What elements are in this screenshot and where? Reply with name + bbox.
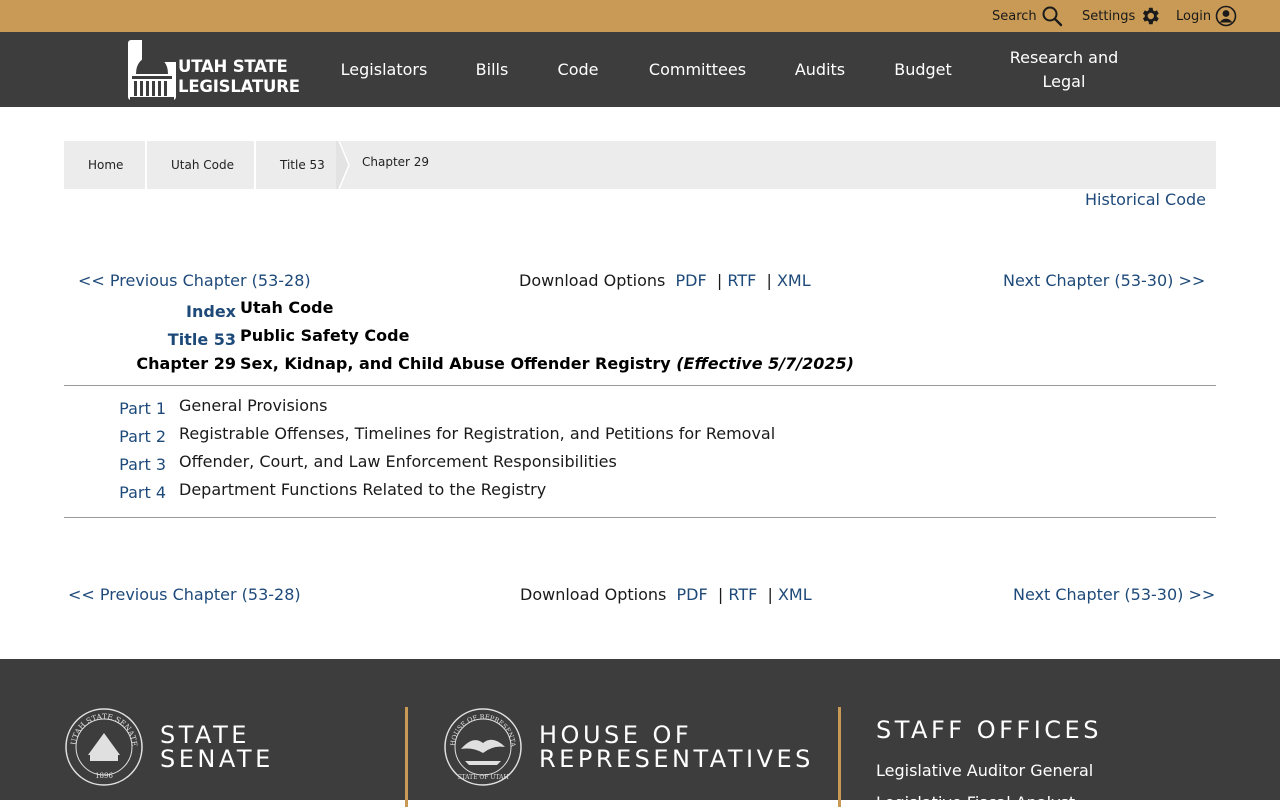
senate-line-2: SENATE: [160, 745, 274, 773]
logo-line-1: UTAH STATE: [178, 57, 288, 76]
senate-title[interactable]: STATE SENATE: [160, 723, 274, 771]
breadcrumb-utah-code[interactable]: Utah Code: [171, 141, 234, 189]
part-row: Part 4 Department Functions Related to t…: [0, 480, 1280, 504]
divider: [64, 517, 1216, 518]
chapter-key: Chapter 29: [136, 354, 236, 373]
nav-research-and-legal[interactable]: Research and Legal: [998, 32, 1130, 107]
settings-button[interactable]: Settings: [1082, 0, 1161, 32]
nav-audits[interactable]: Audits: [786, 32, 854, 107]
house-line-1: HOUSE OF: [539, 721, 693, 749]
part-3-link[interactable]: Part 3: [119, 455, 166, 474]
download-rtf-link[interactable]: RTF: [728, 585, 757, 604]
heading-title-row: Title 53 Public Safety Code: [0, 326, 1280, 350]
house-title[interactable]: HOUSE OF REPRESENTATIVES: [539, 723, 814, 771]
footer-divider: [405, 707, 408, 807]
part-row: Part 2 Registrable Offenses, Timelines f…: [0, 424, 1280, 448]
heading-index-row: Index Utah Code: [0, 298, 1280, 322]
next-chapter-link[interactable]: Next Chapter (53-30) >>: [1003, 271, 1205, 290]
part-2-link[interactable]: Part 2: [119, 427, 166, 446]
index-link[interactable]: Index: [186, 302, 236, 321]
breadcrumb-home[interactable]: Home: [88, 141, 123, 189]
download-options-label: Download Options: [519, 271, 666, 290]
breadcrumb-title-53[interactable]: Title 53: [280, 141, 325, 189]
settings-label: Settings: [1082, 8, 1136, 24]
gear-icon: [1139, 5, 1161, 27]
senate-seal-icon[interactable]: UTAH STATE SENATE SEAL 1896: [64, 707, 144, 787]
breadcrumb-divider: [145, 141, 147, 189]
part-1-title: General Provisions: [179, 396, 328, 415]
download-xml-link[interactable]: XML: [778, 585, 812, 604]
footer-divider: [838, 707, 841, 807]
historical-code-link[interactable]: Historical Code: [1085, 190, 1206, 209]
title-53-link[interactable]: Title 53: [168, 330, 236, 349]
nav-legislators[interactable]: Legislators: [331, 32, 437, 107]
svg-text:STATE OF UTAH: STATE OF UTAH: [457, 774, 508, 781]
nav-budget[interactable]: Budget: [885, 32, 961, 107]
nav-committees[interactable]: Committees: [640, 32, 755, 107]
search-button[interactable]: Search: [992, 0, 1063, 32]
utility-bar: Search Settings Login: [0, 0, 1280, 32]
chapter-title: Sex, Kidnap, and Child Abuse Offender Re…: [240, 354, 671, 373]
previous-chapter-link[interactable]: << Previous Chapter (53-28): [78, 271, 311, 290]
part-4-title: Department Functions Related to the Regi…: [179, 480, 547, 499]
search-icon: [1041, 5, 1063, 27]
title-value: Public Safety Code: [240, 326, 410, 345]
part-row: Part 3 Offender, Court, and Law Enforcem…: [0, 452, 1280, 476]
effective-date: (Effective 5/7/2025): [676, 354, 854, 373]
previous-chapter-link[interactable]: << Previous Chapter (53-28): [68, 585, 301, 604]
divider: [64, 385, 1216, 386]
download-xml-link[interactable]: XML: [777, 271, 811, 290]
part-2-title: Registrable Offenses, Timelines for Regi…: [179, 424, 776, 443]
heading-chapter-row: Chapter 29 Sex, Kidnap, and Child Abuse …: [0, 354, 1280, 378]
logo-wordmark: UTAH STATE LEGISLATURE: [178, 57, 300, 97]
breadcrumb: Home Utah Code Title 53 Chapter 29: [64, 141, 1216, 189]
capitol-icon: [128, 40, 176, 100]
chapter-navigation-top: << Previous Chapter (53-28) Download Opt…: [0, 271, 1280, 295]
user-icon: [1215, 5, 1237, 27]
download-pdf-link[interactable]: PDF: [677, 585, 708, 604]
senate-line-1: STATE: [160, 721, 250, 749]
search-label: Search: [992, 8, 1037, 24]
breadcrumb-divider: [254, 141, 256, 189]
part-4-link[interactable]: Part 4: [119, 483, 166, 502]
part-3-title: Offender, Court, and Law Enforcement Res…: [179, 452, 617, 471]
breadcrumb-arrow: [336, 141, 350, 189]
main-navigation: UTAH STATE LEGISLATURE Legislators Bills…: [0, 32, 1280, 107]
svg-text:1896: 1896: [95, 772, 113, 780]
part-row: Part 1 General Provisions: [0, 396, 1280, 420]
download-rtf-link[interactable]: RTF: [727, 271, 756, 290]
site-footer: UTAH STATE SENATE SEAL 1896 STATE SENATE…: [0, 659, 1280, 812]
staff-link-auditor-general[interactable]: Legislative Auditor General: [876, 761, 1093, 780]
house-seal-icon[interactable]: HOUSE OF REPRESENTATIVES STATE OF UTAH: [443, 707, 523, 787]
site-logo[interactable]: UTAH STATE LEGISLATURE: [128, 40, 303, 102]
next-chapter-link[interactable]: Next Chapter (53-30) >>: [1013, 585, 1215, 604]
part-1-link[interactable]: Part 1: [119, 399, 166, 418]
breadcrumb-chapter-29: Chapter 29: [362, 155, 430, 169]
login-button[interactable]: Login: [1176, 0, 1237, 32]
index-value: Utah Code: [240, 298, 334, 317]
house-line-2: REPRESENTATIVES: [539, 745, 814, 773]
logo-line-2: LEGISLATURE: [178, 77, 300, 96]
download-options-label: Download Options: [520, 585, 667, 604]
staff-offices-title: STAFF OFFICES: [876, 716, 1102, 744]
download-pdf-link[interactable]: PDF: [676, 271, 707, 290]
download-options: Download Options PDF | RTF | XML: [519, 271, 811, 290]
nav-bills[interactable]: Bills: [467, 32, 517, 107]
staff-link-fiscal-analyst[interactable]: Legislative Fiscal Analyst: [876, 793, 1075, 812]
chapter-value: Sex, Kidnap, and Child Abuse Offender Re…: [240, 354, 854, 373]
chapter-navigation-bottom: << Previous Chapter (53-28) Download Opt…: [0, 585, 1280, 609]
download-options: Download Options PDF | RTF | XML: [520, 585, 812, 604]
nav-code[interactable]: Code: [548, 32, 608, 107]
login-label: Login: [1176, 8, 1212, 24]
